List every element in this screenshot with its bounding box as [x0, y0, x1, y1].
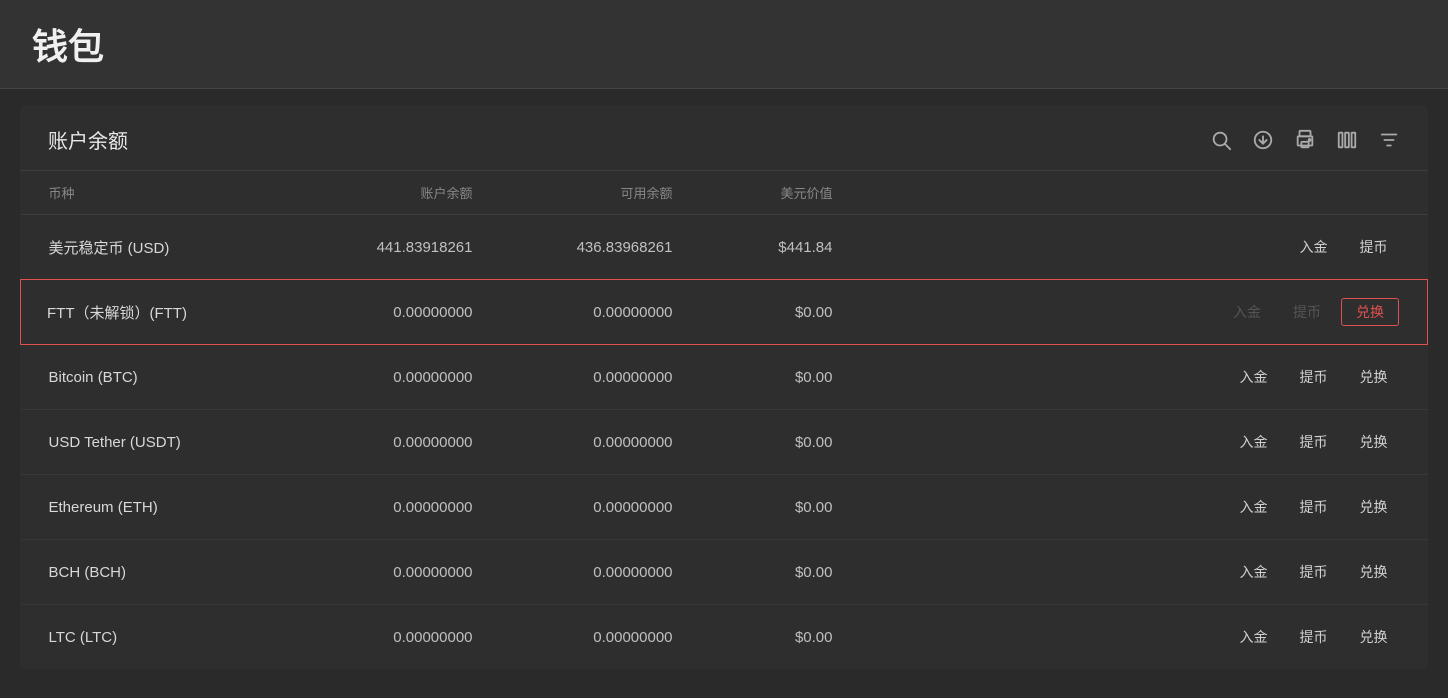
currency-cell: FTT（未解锁）(FTT) [21, 280, 301, 345]
section-header: 账户余额 [20, 105, 1428, 171]
columns-icon[interactable] [1336, 129, 1358, 151]
withdraw-button[interactable]: 提币 [1348, 233, 1400, 261]
balance-cell: 0.00000000 [301, 280, 501, 345]
col-header-actions [861, 171, 1428, 215]
deposit-button[interactable]: 入金 [1288, 233, 1340, 261]
available-cell: 0.00000000 [501, 540, 701, 605]
actions-cell: 入金提币兑换 [861, 410, 1428, 475]
available-cell: 0.00000000 [501, 475, 701, 540]
toolbar [1210, 129, 1400, 151]
usd-value-cell: $0.00 [701, 475, 861, 540]
withdraw-button[interactable]: 提币 [1288, 623, 1340, 651]
page-title: 钱包 [32, 26, 104, 67]
withdraw-button[interactable]: 提币 [1288, 428, 1340, 456]
currency-cell: BCH (BCH) [21, 540, 301, 605]
col-header-available: 可用余额 [501, 171, 701, 215]
download-icon[interactable] [1252, 129, 1274, 151]
actions-cell: 入金提币 [861, 215, 1428, 280]
deposit-button[interactable]: 入金 [1228, 428, 1280, 456]
exchange-button[interactable]: 兑换 [1348, 363, 1400, 391]
currency-cell: Ethereum (ETH) [21, 475, 301, 540]
actions-cell: 入金提币兑换 [861, 605, 1428, 670]
actions-cell: 入金提币兑换 [861, 540, 1428, 605]
currency-cell: LTC (LTC) [21, 605, 301, 670]
withdraw-button[interactable]: 提币 [1288, 558, 1340, 586]
exchange-button[interactable]: 兑换 [1348, 623, 1400, 651]
deposit-button[interactable]: 入金 [1228, 493, 1280, 521]
actions-cell: 入金提币兑换 [861, 475, 1428, 540]
table-row: FTT（未解锁）(FTT)0.000000000.00000000$0.00入金… [21, 280, 1428, 345]
section-title: 账户余额 [48, 125, 128, 154]
deposit-button[interactable]: 入金 [1228, 623, 1280, 651]
col-header-balance: 账户余额 [301, 171, 501, 215]
available-cell: 436.83968261 [501, 215, 701, 280]
exchange-button[interactable]: 兑换 [1348, 428, 1400, 456]
table-row: BCH (BCH)0.000000000.00000000$0.00入金提币兑换 [21, 540, 1428, 605]
exchange-button[interactable]: 兑换 [1348, 493, 1400, 521]
balance-cell: 0.00000000 [301, 540, 501, 605]
exchange-button[interactable]: 兑换 [1341, 298, 1399, 326]
filter-icon[interactable] [1378, 129, 1400, 151]
balance-table: 币种 账户余额 可用余额 美元价值 美元稳定币 (USD)441.8391826… [20, 171, 1428, 669]
currency-cell: USD Tether (USDT) [21, 410, 301, 475]
content-area: 账户余额 [20, 105, 1428, 669]
usd-value-cell: $0.00 [701, 540, 861, 605]
actions-cell: 入金提币兑换 [861, 280, 1428, 345]
withdraw-button[interactable]: 提币 [1288, 363, 1340, 391]
balance-cell: 0.00000000 [301, 605, 501, 670]
table-header-row: 币种 账户余额 可用余额 美元价值 [21, 171, 1428, 215]
page-header: 钱包 [0, 0, 1448, 89]
table-row: LTC (LTC)0.000000000.00000000$0.00入金提币兑换 [21, 605, 1428, 670]
available-cell: 0.00000000 [501, 345, 701, 410]
deposit-button[interactable]: 入金 [1228, 363, 1280, 391]
exchange-button[interactable]: 兑换 [1348, 558, 1400, 586]
usd-value-cell: $0.00 [701, 345, 861, 410]
withdraw-button: 提币 [1281, 298, 1333, 326]
balance-cell: 441.83918261 [301, 215, 501, 280]
print-icon[interactable] [1294, 129, 1316, 151]
usd-value-cell: $441.84 [701, 215, 861, 280]
withdraw-button[interactable]: 提币 [1288, 493, 1340, 521]
available-cell: 0.00000000 [501, 280, 701, 345]
usd-value-cell: $0.00 [701, 280, 861, 345]
currency-cell: Bitcoin (BTC) [21, 345, 301, 410]
table-row: Ethereum (ETH)0.000000000.00000000$0.00入… [21, 475, 1428, 540]
balance-cell: 0.00000000 [301, 410, 501, 475]
available-cell: 0.00000000 [501, 410, 701, 475]
col-header-usd: 美元价值 [701, 171, 861, 215]
table-row: Bitcoin (BTC)0.000000000.00000000$0.00入金… [21, 345, 1428, 410]
table-row: USD Tether (USDT)0.000000000.00000000$0.… [21, 410, 1428, 475]
actions-cell: 入金提币兑换 [861, 345, 1428, 410]
currency-cell: 美元稳定币 (USD) [21, 215, 301, 280]
balance-cell: 0.00000000 [301, 345, 501, 410]
deposit-button: 入金 [1221, 298, 1273, 326]
balance-cell: 0.00000000 [301, 475, 501, 540]
search-icon[interactable] [1210, 129, 1232, 151]
deposit-button[interactable]: 入金 [1228, 558, 1280, 586]
available-cell: 0.00000000 [501, 605, 701, 670]
table-row: 美元稳定币 (USD)441.83918261436.83968261$441.… [21, 215, 1428, 280]
usd-value-cell: $0.00 [701, 605, 861, 670]
usd-value-cell: $0.00 [701, 410, 861, 475]
col-header-currency: 币种 [21, 171, 301, 215]
